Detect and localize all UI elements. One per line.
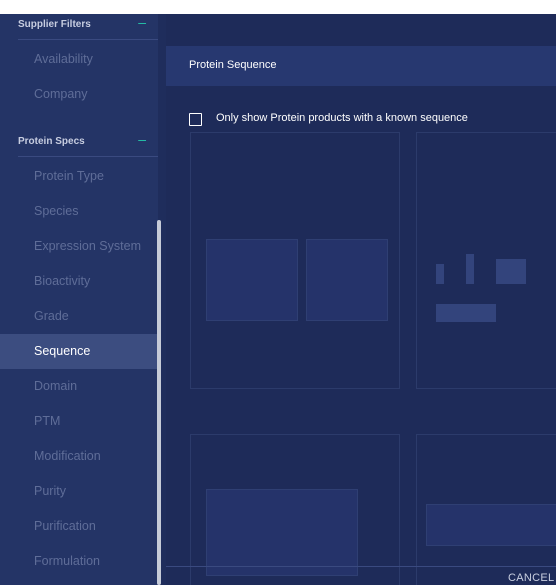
sidebar-item-company[interactable]: Company: [0, 77, 158, 112]
sidebar-item-label: Species: [34, 204, 79, 218]
sidebar-item-grade[interactable]: Grade: [0, 299, 158, 334]
result-card: [416, 132, 556, 389]
sidebar-scrollbar[interactable]: [157, 220, 161, 585]
figure-bar: [496, 259, 526, 284]
sidebar-item-modification[interactable]: Modification: [0, 439, 158, 474]
top-strip: [0, 0, 556, 14]
checkbox-label[interactable]: Only show Protein products with a known …: [216, 112, 468, 124]
sidebar-item-label: Bioactivity: [34, 274, 91, 288]
divider: [18, 39, 158, 40]
figure-thumbnail: [206, 489, 358, 576]
figure-bar: [436, 264, 444, 284]
sidebar-item-bioactivity[interactable]: Bioactivity: [0, 264, 158, 299]
modal-header: Protein Sequence: [166, 46, 556, 86]
sidebar-item-species[interactable]: Species: [0, 194, 158, 229]
sidebar-item-label: Purification: [34, 519, 96, 533]
sidebar-item-expression-system[interactable]: Expression System: [0, 229, 158, 264]
known-sequence-checkbox[interactable]: [189, 113, 202, 126]
modal-title: Protein Sequence: [189, 59, 277, 71]
section-header-protein-specs[interactable]: Protein Specs –: [0, 131, 158, 157]
sidebar-item-ptm[interactable]: PTM: [0, 404, 158, 439]
figure-thumbnail: [426, 504, 556, 546]
sidebar-item-purity[interactable]: Purity: [0, 474, 158, 509]
figure-thumbnail: [206, 239, 298, 321]
modal-footer-divider: [166, 566, 556, 567]
sidebar-item-label: PTM: [34, 414, 61, 428]
section-header-supplier-filters[interactable]: Supplier Filters –: [0, 14, 158, 40]
sidebar-item-protein-type[interactable]: Protein Type: [0, 159, 158, 194]
sidebar-item-label: Domain: [34, 379, 78, 393]
sidebar-item-sequence[interactable]: Sequence: [0, 334, 158, 369]
sidebar-item-label: Expression System: [34, 239, 141, 253]
section-title: Protein Specs: [18, 136, 85, 147]
filter-sidebar: Supplier Filters – Availability Company …: [0, 14, 158, 585]
sidebar-item-label: Protein Type: [34, 169, 104, 183]
sidebar-item-domain[interactable]: Domain: [0, 369, 158, 404]
sidebar-item-label: Availability: [34, 52, 93, 66]
sidebar-item-availability[interactable]: Availability: [0, 42, 158, 77]
sidebar-item-label: Grade: [34, 309, 69, 323]
sidebar-item-label: Purity: [34, 484, 66, 498]
dimmed-results-area: [166, 14, 556, 585]
figure-thumbnail: [306, 239, 388, 321]
figure-bar: [466, 254, 474, 284]
sidebar-item-label: Sequence: [34, 344, 91, 358]
sidebar-item-label: Modification: [34, 449, 101, 463]
sidebar-item-label: Formulation: [34, 554, 100, 568]
sidebar-item-label: Company: [34, 87, 88, 101]
sidebar-item-purification[interactable]: Purification: [0, 509, 158, 544]
figure-bar: [436, 304, 496, 322]
cancel-button[interactable]: CANCEL: [508, 572, 554, 584]
sidebar-item-formulation[interactable]: Formulation: [0, 544, 158, 579]
section-title: Supplier Filters: [18, 19, 91, 30]
divider: [18, 156, 158, 157]
collapse-toggle-icon[interactable]: –: [138, 14, 146, 30]
collapse-toggle-icon[interactable]: –: [138, 131, 146, 147]
